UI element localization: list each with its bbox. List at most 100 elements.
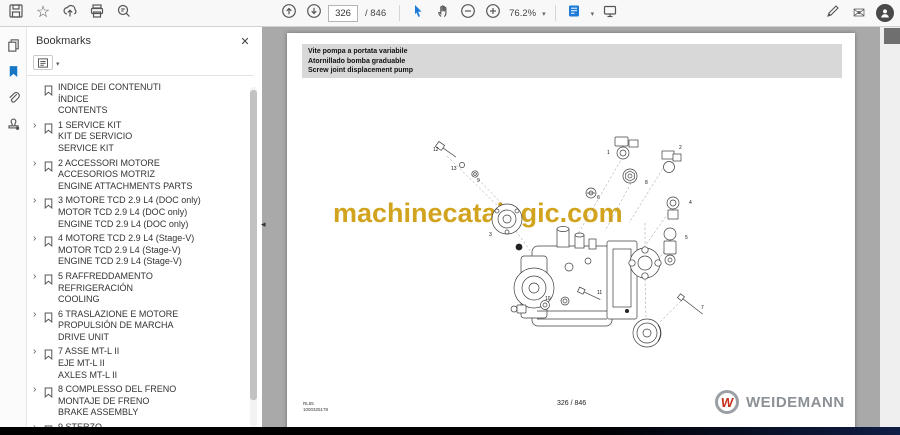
bookmark-label: 1 SERVICE KIT KIT DE SERVICIO SERVICE KI… xyxy=(58,119,133,153)
stamp-icon xyxy=(6,116,21,136)
bookmarks-tab[interactable] xyxy=(0,61,27,87)
callout-number: 12 xyxy=(433,147,439,153)
account-button[interactable] xyxy=(874,2,896,24)
star-button[interactable]: ☆ xyxy=(32,2,54,24)
bookmark-label: 2 ACCESSORI MOTORE ACCESORIOS MOTRIZ ENG… xyxy=(58,157,193,191)
chevron-right-icon[interactable]: › xyxy=(33,309,44,320)
chevron-right-icon[interactable]: › xyxy=(33,195,44,206)
stamps-tab[interactable] xyxy=(0,113,27,139)
save-button[interactable] xyxy=(5,2,27,24)
star-icon: ☆ xyxy=(35,4,51,21)
sidebar-scrollbar[interactable] xyxy=(250,87,257,427)
weidemann-badge-icon: W xyxy=(715,390,739,414)
pdf-page: Vite pompa a portata variabile Atornilla… xyxy=(287,33,855,427)
bookmark-entry-icon xyxy=(44,158,58,177)
document-scrollbar[interactable] xyxy=(880,27,900,427)
page-view-button[interactable] xyxy=(563,2,585,24)
cloud-upload-icon xyxy=(62,3,78,24)
callout-number: 4 xyxy=(689,200,692,206)
bookmark-label: 4 MOTORE TCD 2.9 L4 (Stage-V) MOTOR TCD … xyxy=(58,233,195,267)
callout-number: 13 xyxy=(451,166,457,172)
zoom-level-label[interactable]: 76.2% xyxy=(509,8,536,19)
brand-logo: W WEIDEMANN xyxy=(715,390,845,414)
arrow-up-circle-icon xyxy=(281,3,297,24)
zoom-in-button[interactable] xyxy=(482,2,504,24)
zoom-out-button[interactable] xyxy=(457,2,479,24)
bookmark-item[interactable]: › 1 SERVICE KIT KIT DE SERVICIO SERVICE … xyxy=(33,120,248,155)
hand-icon xyxy=(435,3,451,24)
collapse-sidebar-icon[interactable]: ◂ xyxy=(261,219,266,230)
page-view-icon xyxy=(566,3,582,24)
toolbar-divider xyxy=(554,5,556,21)
plus-circle-icon xyxy=(485,3,501,24)
chevron-right-icon[interactable]: › xyxy=(33,346,44,357)
bookmark-entry-icon xyxy=(44,384,58,403)
envelope-icon: ✉ xyxy=(852,4,866,22)
page-thumbnails-tab[interactable] xyxy=(0,35,27,61)
callout-number: 10 xyxy=(545,296,551,302)
bookmark-item[interactable]: › 5 RAFFREDDAMENTO REFRIGERACIÓN COOLING xyxy=(33,271,248,306)
hand-tool-button[interactable] xyxy=(432,2,454,24)
next-page-button[interactable] xyxy=(303,2,325,24)
email-button[interactable]: ✉ xyxy=(848,2,870,24)
print-button[interactable] xyxy=(86,2,108,24)
bookmark-entry-icon xyxy=(44,346,58,365)
bookmarks-sidebar: Bookmarks ✕ ▾ › INDICE DEI CONTENUTI ÍND… xyxy=(0,27,262,427)
toolbar-left-group: ☆ xyxy=(5,0,135,26)
callout-number: 2 xyxy=(679,145,682,151)
bookmark-entry-icon xyxy=(44,309,58,328)
fill-sign-button[interactable] xyxy=(822,2,844,24)
bookmark-item[interactable]: › 4 MOTORE TCD 2.9 L4 (Stage-V) MOTOR TC… xyxy=(33,233,248,268)
chevron-right-icon[interactable]: › xyxy=(33,233,44,244)
part-title-es: Atornillado bomba graduable xyxy=(308,57,406,65)
bookmark-label: INDICE DEI CONTENUTI ÍNDICE CONTENTS xyxy=(58,82,162,116)
attachments-tab[interactable] xyxy=(0,87,27,113)
share-button[interactable] xyxy=(59,2,81,24)
bookmark-label: 5 RAFFREDDAMENTO REFRIGERACIÓN COOLING xyxy=(58,270,153,305)
options-caret-icon: ▾ xyxy=(56,60,60,68)
chevron-right-icon[interactable]: › xyxy=(33,120,44,131)
printer-icon xyxy=(89,3,105,24)
callout-number: 9 xyxy=(477,178,480,184)
panel-separator xyxy=(27,75,254,76)
panel-title: Bookmarks xyxy=(36,35,92,47)
page-footer-number: 326 / 846 xyxy=(557,400,587,407)
close-icon[interactable]: ✕ xyxy=(236,35,254,48)
chevron-right-icon[interactable]: › xyxy=(33,384,44,395)
callout-number: 5 xyxy=(685,235,688,241)
pen-icon xyxy=(825,3,841,24)
bookmark-label: 7 ASSE MT-L II EJE MT-L II AXLES MT-L II xyxy=(58,346,120,380)
select-tool-button[interactable] xyxy=(407,2,429,24)
page-number-input[interactable] xyxy=(328,4,358,22)
arrow-down-circle-icon xyxy=(306,3,322,24)
bookmark-label: 3 MOTORE TCD 2.9 L4 (DOC only) MOTOR TCD… xyxy=(58,195,201,229)
cursor-icon xyxy=(410,3,426,24)
reading-mode-button[interactable] xyxy=(599,2,621,24)
find-button[interactable] xyxy=(113,2,135,24)
chevron-right-icon[interactable]: › xyxy=(33,271,44,282)
bookmark-item[interactable]: › INDICE DEI CONTENUTI ÍNDICE CONTENTS xyxy=(33,82,248,117)
bookmark-item[interactable]: › 8 COMPLESSO DEL FRENO MONTAJE DE FRENO… xyxy=(33,384,248,419)
bookmark-entry-icon xyxy=(44,195,58,214)
document-scrollbar-thumb[interactable] xyxy=(884,28,900,44)
bookmark-options[interactable]: ▾ xyxy=(33,55,62,70)
page-view-caret-icon[interactable]: ▾ xyxy=(591,10,595,18)
zoom-caret-icon[interactable]: ▾ xyxy=(542,10,546,18)
part-title-en: Screw joint displacement pump xyxy=(308,67,414,75)
parts-diagram: 12 13 9 3 6 1 8 2 4 5 10 11 7 xyxy=(417,101,747,379)
callout-number: 11 xyxy=(597,290,603,296)
bookmark-item[interactable]: › 7 ASSE MT-L II EJE MT-L II AXLES MT-L … xyxy=(33,346,248,381)
search-icon xyxy=(116,3,132,24)
bookmark-item[interactable]: › 3 MOTORE TCD 2.9 L4 (DOC only) MOTOR T… xyxy=(33,195,248,230)
sidebar-scrollbar-thumb[interactable] xyxy=(250,90,257,400)
avatar-icon xyxy=(876,4,894,22)
previous-page-button[interactable] xyxy=(278,2,300,24)
brand-name: WEIDEMANN xyxy=(746,393,845,411)
part-title-it: Vite pompa a portata variabile xyxy=(308,48,408,55)
bottom-edge-bar xyxy=(0,427,900,435)
chevron-right-icon[interactable]: › xyxy=(33,158,44,169)
bookmark-item[interactable]: › 2 ACCESSORI MOTORE ACCESORIOS MOTRIZ E… xyxy=(33,158,248,193)
bookmark-item[interactable]: › 6 TRASLAZIONE E MOTORE PROPULSIÓN DE M… xyxy=(33,309,248,344)
bookmark-icon xyxy=(6,64,21,84)
bookmark-entry-icon xyxy=(44,233,58,252)
